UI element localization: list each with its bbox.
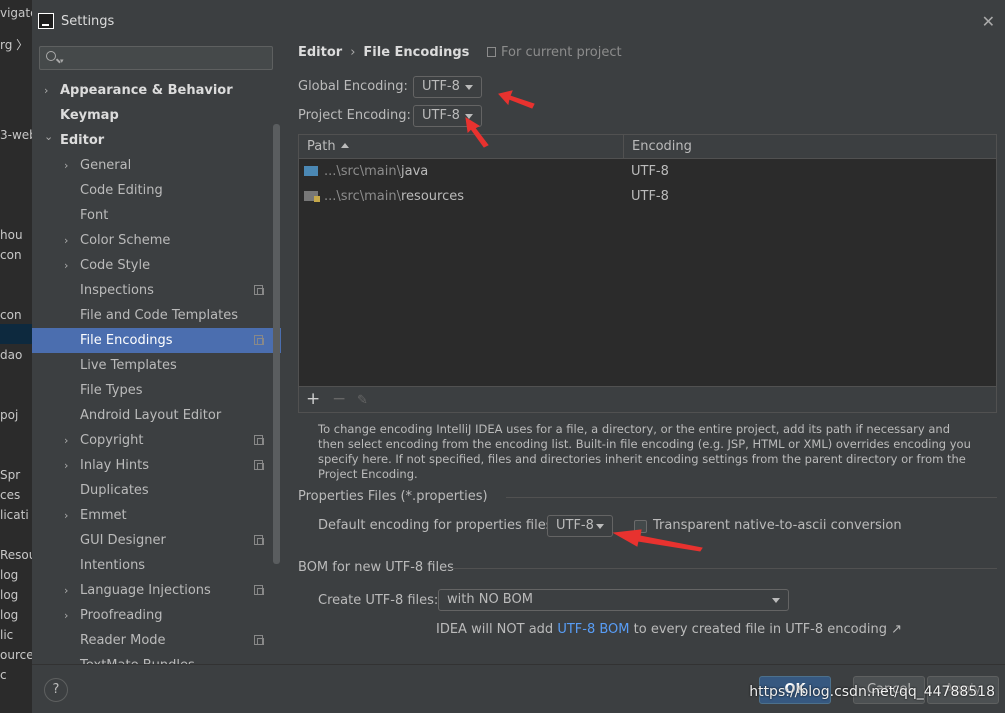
watermark: https://blog.csdn.net/qq_44788518 [749, 684, 995, 700]
annotation-arrows [465, 90, 703, 552]
annotation-arrow [498, 90, 535, 109]
annotation-arrow [612, 529, 703, 552]
annotation-arrow [465, 117, 489, 148]
